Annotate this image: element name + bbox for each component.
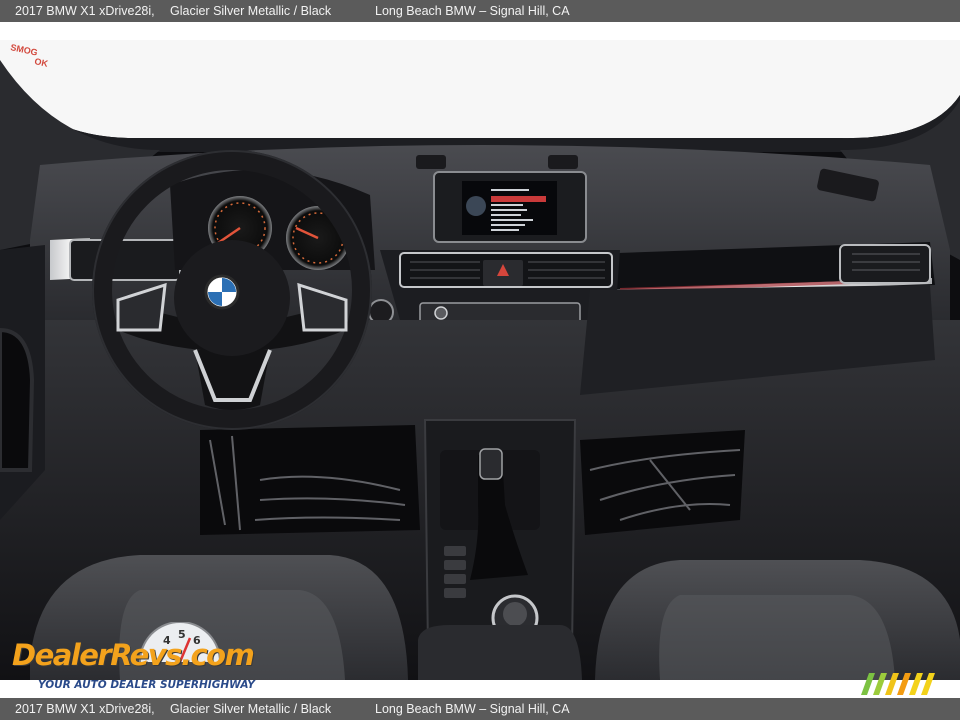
vehicle-color: Glacier Silver Metallic / Black	[170, 4, 332, 18]
dealer-name-bottom: Long Beach BMW – Signal Hill, CA	[375, 702, 570, 716]
armrest	[418, 625, 582, 680]
interior-photo: SMOG OK	[0, 40, 960, 680]
stripes-logo-icon	[861, 673, 935, 695]
caption-bar-top: 2017 BMW X1 xDrive28i, Glacier Silver Me…	[0, 0, 960, 22]
dashboard-scene: SMOG OK	[0, 40, 960, 680]
dealerrevs-logo: DealerRevs.com	[12, 638, 255, 672]
passenger-air-vent	[839, 244, 931, 284]
vehicle-model: 2017 BMW X1 xDrive28i,	[15, 4, 155, 18]
windshield	[0, 40, 960, 139]
dealerrevs-watermark: 4 5 6 DealerRevs.com YOUR AUTO DEALER SU…	[10, 622, 270, 694]
dealerrevs-tagline: YOUR AUTO DEALER SUPERHIGHWAY	[38, 679, 255, 691]
vehicle-color-bottom: Glacier Silver Metallic / Black	[170, 702, 332, 716]
caption-bar-bottom: 2017 BMW X1 xDrive28i, Glacier Silver Me…	[0, 698, 960, 720]
passenger-floor-mat	[580, 430, 745, 535]
dealer-name: Long Beach BMW – Signal Hill, CA	[375, 4, 570, 18]
vehicle-model-bottom: 2017 BMW X1 xDrive28i,	[15, 702, 155, 716]
